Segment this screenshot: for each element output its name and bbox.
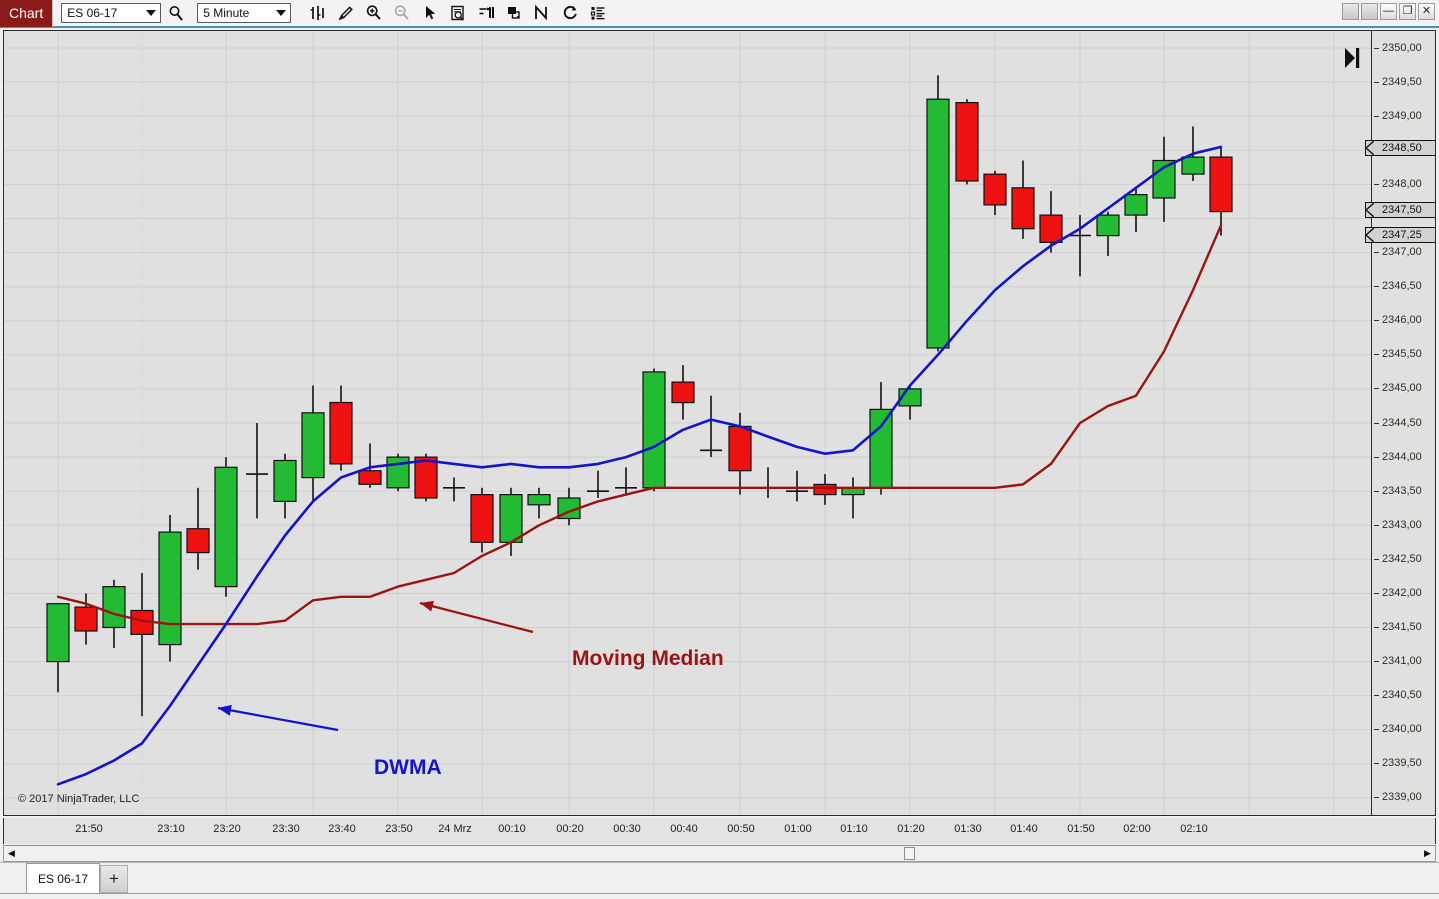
- price-tick: 2340,00: [1372, 723, 1435, 736]
- time-tick: 01:20: [897, 823, 925, 835]
- moving-median-label: Moving Median: [572, 647, 724, 670]
- indicators-icon[interactable]: [473, 0, 499, 26]
- window-button-blank2[interactable]: [1361, 3, 1378, 20]
- copyright-notice: © 2017 NinjaTrader, LLC: [18, 793, 140, 805]
- price-tick: 2346,50: [1372, 280, 1435, 293]
- price-marker[interactable]: 2348,50: [1365, 140, 1435, 156]
- add-tab-button[interactable]: +: [100, 865, 128, 893]
- price-tick: 2341,50: [1372, 621, 1435, 634]
- properties-list-icon[interactable]: [585, 0, 611, 26]
- time-tick: 01:50: [1067, 823, 1095, 835]
- price-marker[interactable]: 2347,50: [1365, 202, 1435, 218]
- dwma-label: DWMA: [374, 756, 442, 779]
- scroll-left-arrow-icon[interactable]: ◀: [4, 846, 19, 861]
- price-tick: 2344,00: [1372, 451, 1435, 464]
- price-tick: 2347,00: [1372, 246, 1435, 259]
- time-tick: 02:10: [1180, 823, 1208, 835]
- interval-value: 5 Minute: [203, 6, 250, 20]
- scroll-right-arrow-icon[interactable]: ▶: [1420, 846, 1435, 861]
- time-tick: 01:10: [840, 823, 868, 835]
- ninjatrader-chart-window: Chart ES 06-17 5 Minute — ❐ ✕ Moving Med…: [0, 0, 1439, 899]
- price-tick: 2339,00: [1372, 791, 1435, 804]
- price-tick: 2346,00: [1372, 314, 1435, 327]
- time-tick: 23:10: [157, 823, 185, 835]
- price-tick: 2342,50: [1372, 553, 1435, 566]
- time-tick: 02:00: [1123, 823, 1151, 835]
- layers-icon[interactable]: [501, 0, 527, 26]
- time-tick: 01:30: [954, 823, 982, 835]
- bars-chart-icon[interactable]: [305, 0, 331, 26]
- time-tick: 23:20: [213, 823, 241, 835]
- cursor-pointer-icon[interactable]: [417, 0, 443, 26]
- reload-icon[interactable]: [557, 0, 583, 26]
- instrument-value: ES 06-17: [67, 6, 118, 20]
- price-tick: 2343,50: [1372, 485, 1435, 498]
- chart-frame: Moving Median DWMA © 2017 NinjaTrader, L…: [3, 30, 1436, 816]
- price-tick: 2349,50: [1372, 76, 1435, 89]
- time-tick: 24 Mrz: [438, 823, 472, 835]
- price-tick: 2342,00: [1372, 587, 1435, 600]
- time-tick: 00:50: [727, 823, 755, 835]
- chart-plot-area[interactable]: Moving Median DWMA © 2017 NinjaTrader, L…: [4, 31, 1372, 815]
- scrollbar-thumb[interactable]: [904, 847, 915, 860]
- time-tick: 00:30: [613, 823, 641, 835]
- restore-button[interactable]: ❐: [1399, 3, 1416, 20]
- tab-bar-strip: [0, 893, 1439, 899]
- zoom-out-icon[interactable]: [389, 0, 415, 26]
- time-tick: 00:40: [670, 823, 698, 835]
- price-axis[interactable]: 2350,00 2349,50 2349,00 2348,00 2347,00 2346,…: [1365, 31, 1435, 815]
- time-tick: 21:50: [75, 823, 103, 835]
- price-tick: 2350,00: [1372, 42, 1435, 55]
- data-box-icon[interactable]: [445, 0, 471, 26]
- time-tick: 01:40: [1010, 823, 1038, 835]
- price-tick: 2339,50: [1372, 757, 1435, 770]
- price-tick: 2340,50: [1372, 689, 1435, 702]
- price-tick: 2344,50: [1372, 417, 1435, 430]
- price-tick: 2349,00: [1372, 110, 1435, 123]
- price-tick: 2345,00: [1372, 382, 1435, 395]
- price-tick: 2341,00: [1372, 655, 1435, 668]
- minimize-button[interactable]: —: [1380, 3, 1397, 20]
- price-tick: 2343,00: [1372, 519, 1435, 532]
- zoom-in-icon[interactable]: [361, 0, 387, 26]
- window-button-blank1[interactable]: [1342, 3, 1359, 20]
- time-tick: 23:40: [328, 823, 356, 835]
- price-tick: 2345,50: [1372, 348, 1435, 361]
- time-axis[interactable]: 21:50 23:10 23:20 23:30 23:40 23:50 24 Mrz 00:1…: [3, 818, 1436, 844]
- time-tick: 00:10: [498, 823, 526, 835]
- instrument-selector[interactable]: ES 06-17: [61, 3, 162, 23]
- window-controls: — ❐ ✕: [1342, 3, 1435, 20]
- go-to-latest-bar-icon[interactable]: [1341, 45, 1363, 71]
- strategy-line-icon[interactable]: [529, 0, 555, 26]
- chart-window-title: Chart: [0, 0, 54, 27]
- tab-es-06-17[interactable]: ES 06-17: [26, 863, 100, 893]
- interval-selector[interactable]: 5 Minute: [197, 3, 292, 23]
- chevron-down-icon: [146, 10, 157, 16]
- time-tick: 00:20: [556, 823, 584, 835]
- candlestick-plot: [4, 31, 1372, 815]
- chevron-down-icon: [276, 10, 287, 16]
- chart-tab-bar: ES 06-17 +: [0, 862, 1439, 899]
- search-icon[interactable]: [163, 0, 189, 26]
- pencil-draw-icon[interactable]: [333, 0, 359, 26]
- close-button[interactable]: ✕: [1418, 3, 1435, 20]
- time-tick: 23:30: [272, 823, 300, 835]
- chart-toolbar: Chart ES 06-17 5 Minute — ❐ ✕: [0, 0, 1439, 28]
- horizontal-scrollbar[interactable]: ◀ ▶: [3, 845, 1436, 862]
- price-tick: 2348,00: [1372, 178, 1435, 191]
- time-tick: 23:50: [385, 823, 413, 835]
- price-marker[interactable]: 2347,25: [1365, 227, 1435, 243]
- time-tick: 01:00: [784, 823, 812, 835]
